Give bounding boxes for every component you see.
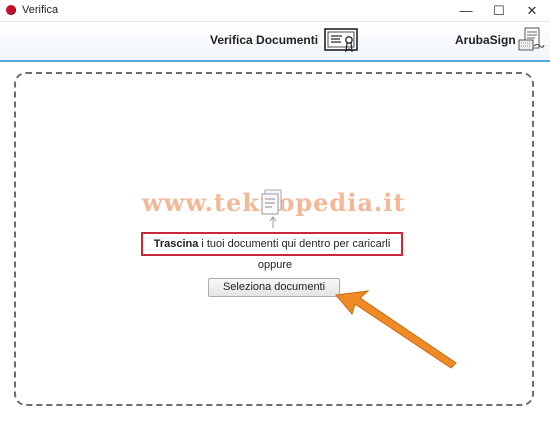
window-titlebar: Verifica — ☐ ✕ [0,0,550,22]
app-icon [6,5,16,15]
drop-instruction-text: i tuoi documenti qui dentro per caricarl… [201,238,391,250]
pointer-arrow-icon [335,290,457,369]
or-label: oppure [257,259,293,271]
drop-instruction: Trascina i tuoi documenti qui dentro per… [141,232,403,256]
window-title: Verifica [22,4,59,16]
arubasign-logo-icon [518,27,545,51]
close-button[interactable]: ✕ [515,0,549,21]
maximize-button[interactable]: ☐ [482,0,516,21]
minimize-button[interactable]: — [449,0,483,21]
brand-label: ArubaSign [455,33,516,47]
certificate-icon [324,28,358,53]
select-documents-button[interactable]: Seleziona documenti [208,278,340,297]
drop-instruction-bold: Trascina [153,238,199,250]
documents-icon [261,189,282,228]
app-header: Verifica Documenti ArubaSign [0,22,550,62]
page-title: Verifica Documenti [210,33,319,47]
